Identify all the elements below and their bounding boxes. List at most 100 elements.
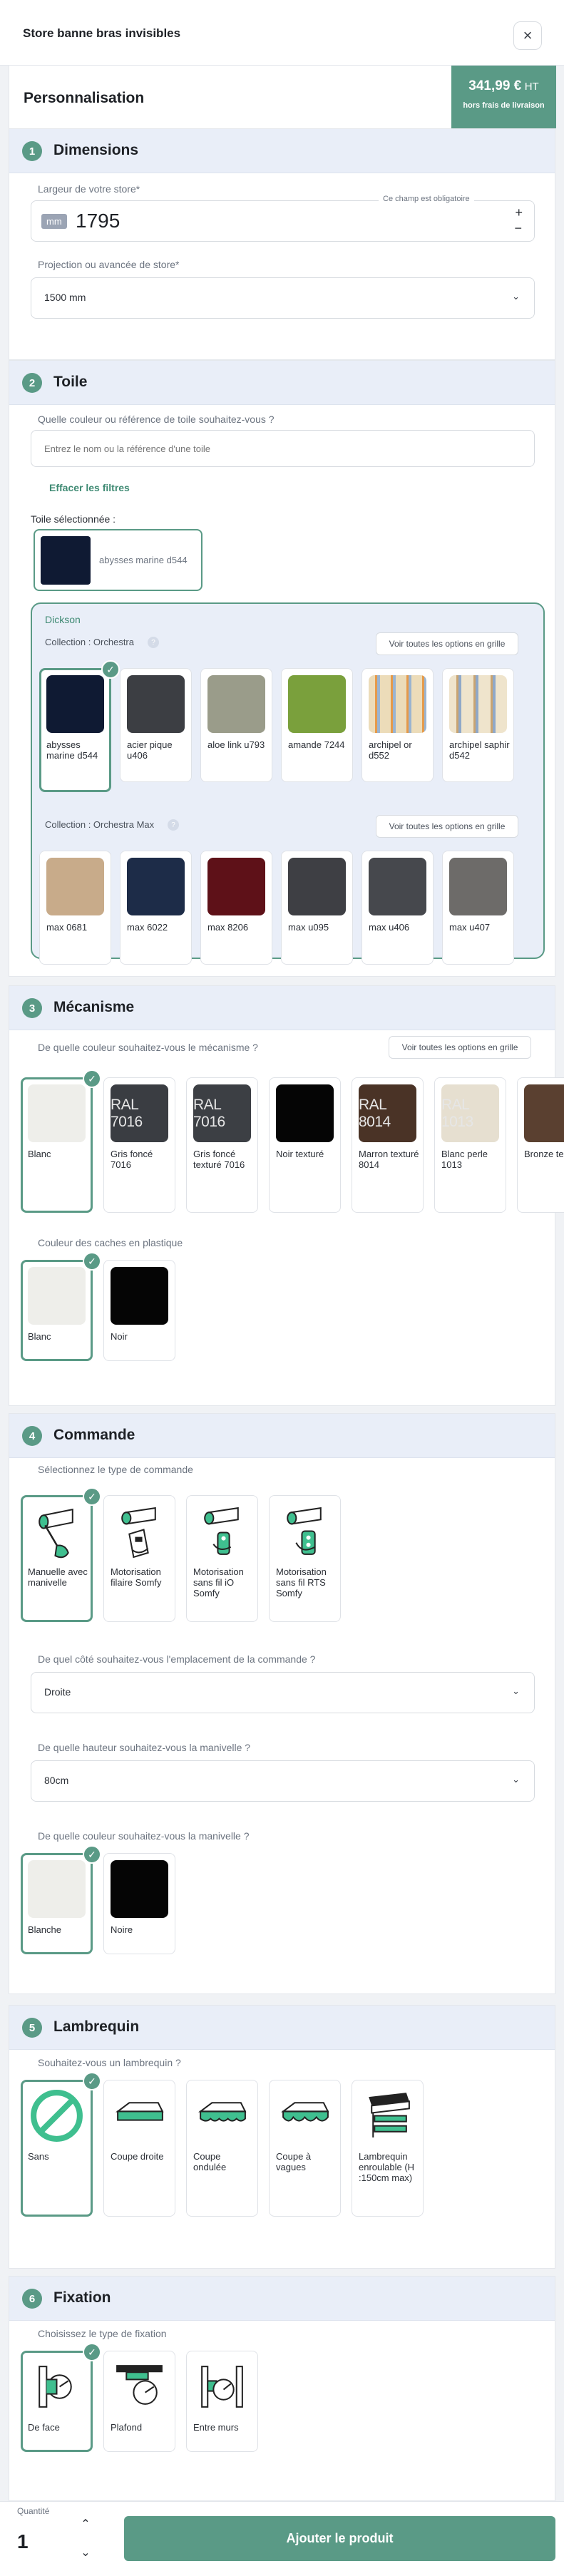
toile-option-max-0681[interactable]: max 0681 (39, 851, 111, 965)
unit-badge: mm (41, 214, 67, 229)
fixation-option-plafond[interactable]: Plafond (103, 2351, 175, 2452)
check-icon: ✓ (101, 660, 120, 679)
toile-brand-panel: Dickson Collection : Orchestra? Voir tout… (31, 602, 545, 965)
toile-label: archipel saphir d542 (449, 739, 510, 761)
modal-header: Store banne bras invisibles × (0, 0, 564, 66)
section-dimensions: 1 Dimensions Largeur de votre store* mm … (9, 128, 555, 360)
grid-view-button[interactable]: Voir toutes les options en grille (389, 1036, 531, 1059)
toile-label: max u407 (449, 922, 491, 933)
mecanisme-option-blanc[interactable]: Blanc ✓ (21, 1069, 101, 1213)
toile-label: max u406 (369, 922, 410, 933)
ceiling-icon (111, 2358, 168, 2416)
mecanisme-option-marron-texture-8014[interactable]: RAL 8014 Marron texturé 8014 (352, 1077, 424, 1213)
personalisation-bar: Personnalisation 341,99 € HT hors frais … (9, 66, 556, 128)
caches-option-noir[interactable]: Noir (103, 1260, 175, 1361)
toile-option-archipel-or-d552[interactable]: archipel or d552 (362, 668, 434, 782)
mecanisme-label: Blanc (28, 1149, 51, 1159)
wired-remote-icon (111, 1502, 168, 1560)
fixation-option-de-face[interactable]: De face ✓ (21, 2343, 101, 2452)
commande-option-motorisation-filaire-somfy[interactable]: Motorisation filaire Somfy (103, 1495, 175, 1622)
section-header: 3 Mécanisme (9, 986, 555, 1030)
add-product-button[interactable]: Ajouter le produit (124, 2516, 555, 2561)
grid-view-button[interactable]: Voir toutes les options en grille (376, 815, 518, 838)
fixation-option-entre-murs[interactable]: Entre murs (186, 2351, 258, 2452)
mecanisme-option-gris-fonce-texture-7016[interactable]: RAL 7016 Gris foncé texturé 7016 (186, 1077, 258, 1213)
ral-code-text: RAL 7016 (193, 1096, 225, 1130)
clear-filters-link[interactable]: Effacer les filtres (49, 482, 130, 493)
toile-option-amande-7244[interactable]: amande 7244 (281, 668, 353, 782)
crank-color-swatch (111, 1860, 168, 1918)
quantity-down-button[interactable]: ⌄ (71, 2539, 100, 2566)
mecanisme-label: Bronze texturé (524, 1149, 564, 1159)
section-header: 5 Lambrequin (9, 2006, 555, 2050)
toile-option-max-u407[interactable]: max u407 (442, 851, 514, 965)
mecanisme-option-blanc-perle-1013[interactable]: RAL 1013 Blanc perle 1013 (434, 1077, 506, 1213)
section-title: Mécanisme (53, 999, 135, 1015)
remote-rts-icon (276, 1502, 334, 1560)
lambrequin-option-lambrequin-enroulable-h-150cm-max[interactable]: Lambrequin enroulable (H :150cm max) (352, 2080, 424, 2217)
toile-label: max 6022 (127, 922, 168, 933)
width-input[interactable]: mm 1795 + − (31, 200, 535, 242)
toile-search-input[interactable] (31, 430, 535, 467)
required-note: Ce champ est obligatoire (379, 195, 474, 203)
toile-option-archipel-saphir-d542[interactable]: archipel saphir d542 (442, 668, 514, 782)
commande-option-motorisation-sans-fil-io-somfy[interactable]: Motorisation sans fil iO Somfy (186, 1495, 258, 1622)
quantity-up-button[interactable]: ⌃ (71, 2510, 100, 2537)
selected-toile-swatch (41, 536, 91, 585)
lambrequin-option-coupe-droite[interactable]: Coupe droite (103, 2080, 175, 2217)
between-walls-icon (193, 2358, 251, 2416)
commande-option-motorisation-sans-fil-rts-somfy[interactable]: Motorisation sans fil RTS Somfy (269, 1495, 341, 1622)
projection-select[interactable]: 1500 mm ⌄ (31, 277, 535, 319)
collection-name: Collection : Orchestra Max (45, 819, 155, 830)
lambrequin-option-coupe-a-vagues[interactable]: Coupe à vagues (269, 2080, 341, 2217)
mecanisme-label: Blanc perle 1013 (441, 1149, 488, 1170)
side-select[interactable]: Droite ⌄ (31, 1672, 535, 1713)
decrement-button[interactable]: − (514, 221, 522, 236)
toile-option-max-6022[interactable]: max 6022 (120, 851, 192, 965)
step-number: 2 (22, 373, 42, 393)
toile-option-abysses-marine-d544[interactable]: abysses marine d544 ✓ (39, 660, 120, 792)
width-value: 1795 (76, 210, 121, 232)
personalisation-title: Personnalisation (24, 90, 145, 106)
height-question: De quelle hauteur souhaitez-vous la mani… (38, 1742, 251, 1753)
crank-color-option-noire[interactable]: Noire (103, 1853, 175, 1954)
toile-label: abysses marine d544 (46, 739, 98, 761)
toile-label: acier pique u406 (127, 739, 173, 761)
toile-option-max-u095[interactable]: max u095 (281, 851, 353, 965)
caches-swatch (28, 1267, 86, 1325)
close-button[interactable]: × (513, 21, 542, 50)
toile-option-aloe-link-u793[interactable]: aloe link u793 (200, 668, 272, 782)
commande-option-manuelle-avec-manivelle[interactable]: Manuelle avec manivelle ✓ (21, 1487, 101, 1622)
mecanisme-option-noir-texture[interactable]: Noir texturé (269, 1077, 341, 1213)
toile-swatch (288, 675, 346, 733)
toile-option-acier-pique-u406[interactable]: acier pique u406 (120, 668, 192, 782)
mecanisme-option-bronze-texture[interactable]: Bronze texturé (517, 1077, 564, 1213)
section-header: 6 Fixation (9, 2277, 555, 2321)
lambrequin-option-sans[interactable]: Sans ✓ (21, 2072, 101, 2217)
fixation-label: Entre murs (193, 2422, 239, 2433)
caches-option-blanc[interactable]: Blanc ✓ (21, 1252, 101, 1361)
step-number: 6 (22, 2289, 42, 2309)
mecanisme-option-gris-fonce-7016[interactable]: RAL 7016 Gris foncé 7016 (103, 1077, 175, 1213)
info-icon[interactable]: ? (168, 819, 179, 831)
toile-option-max-u406[interactable]: max u406 (362, 851, 434, 965)
grid-view-button[interactable]: Voir toutes les options en grille (376, 632, 518, 655)
waves-cut-icon (276, 2087, 334, 2145)
price-box: 341,99 € HT hors frais de livraison (451, 66, 556, 128)
toile-swatch (369, 675, 426, 733)
lambrequin-option-coupe-ondulee[interactable]: Coupe ondulée (186, 2080, 258, 2217)
increment-button[interactable]: + (515, 205, 523, 220)
quantity-bar: Quantité 1 ⌃ ⌄ Ajouter le produit (0, 2501, 564, 2576)
toile-swatch (46, 675, 104, 733)
section-title: Fixation (53, 2289, 111, 2306)
toile-option-max-8206[interactable]: max 8206 (200, 851, 272, 965)
height-select[interactable]: 80cm ⌄ (31, 1760, 535, 1802)
quantity-label: Quantité (17, 2506, 50, 2516)
quantity-value[interactable]: 1 (17, 2530, 29, 2553)
info-icon[interactable]: ? (148, 637, 159, 648)
section-header: 4 Commande (9, 1414, 555, 1458)
toile-swatch (288, 858, 346, 915)
check-icon: ✓ (83, 2072, 101, 2090)
crank-color-option-blanche[interactable]: Blanche ✓ (21, 1845, 101, 1954)
step-number: 4 (22, 1426, 42, 1446)
